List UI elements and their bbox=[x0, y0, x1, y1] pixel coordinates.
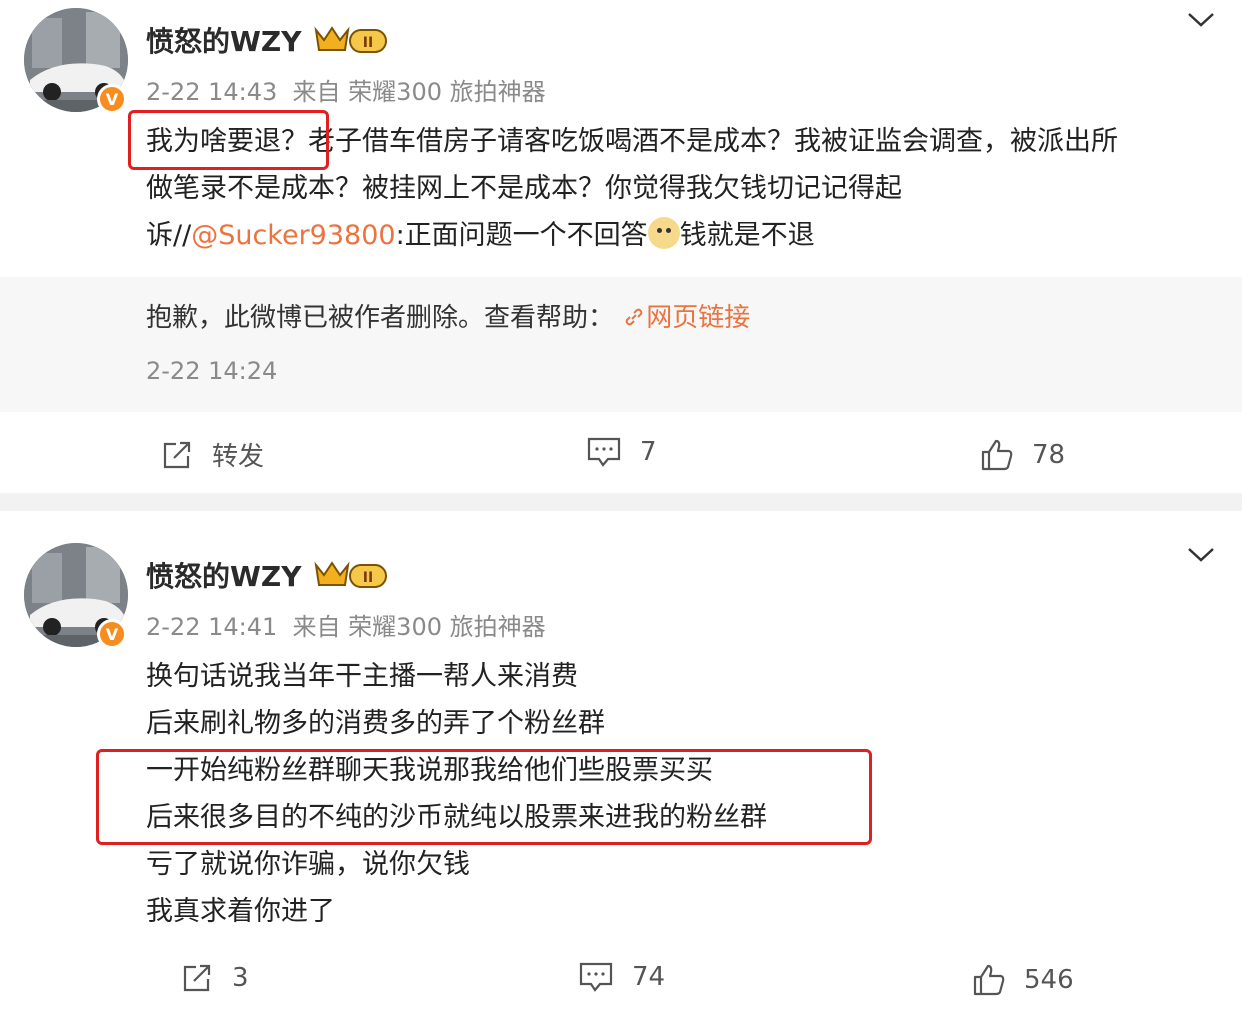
crown-level-icon: II bbox=[314, 26, 387, 53]
chevron-down-icon[interactable] bbox=[1186, 10, 1216, 30]
post-meta: 2-22 14:41 来自 荣耀300 旅拍神器 bbox=[146, 607, 546, 642]
weibo-post: V 愤怒的WZY II 2-22 14:41 来自 荣耀300 旅拍神器 换句话… bbox=[0, 511, 1242, 1016]
verified-badge-icon: V bbox=[97, 619, 127, 649]
comment-button[interactable]: 74 bbox=[578, 960, 665, 994]
comment-count: 74 bbox=[632, 962, 666, 992]
deleted-notice: 抱歉，此微博已被作者删除。查看帮助： 网页链接 bbox=[146, 303, 751, 333]
post-source[interactable]: 荣耀300 旅拍神器 bbox=[348, 78, 545, 106]
highlight-box bbox=[96, 749, 872, 845]
post-time[interactable]: 2-22 14:43 bbox=[146, 78, 277, 106]
post-text-line: 做笔录不是成本？被挂网上不是成本？你觉得我欠钱切记记得起 bbox=[146, 173, 902, 204]
like-button[interactable]: 78 bbox=[980, 438, 1065, 472]
quote-time: 2-22 14:24 bbox=[146, 357, 278, 385]
repost-icon bbox=[183, 964, 211, 992]
post-text-line: 换句话说我当年干主播一帮人来消费 bbox=[146, 661, 578, 692]
post-meta: 2-22 14:43 来自 荣耀300 旅拍神器 bbox=[146, 72, 546, 107]
chevron-down-icon[interactable] bbox=[1186, 545, 1216, 565]
post-text-line: 亏了就说你诈骗，说你欠钱 bbox=[146, 849, 470, 880]
like-button[interactable]: 546 bbox=[972, 963, 1074, 997]
username[interactable]: 愤怒的WZY bbox=[146, 555, 301, 595]
svg-text:II: II bbox=[363, 570, 373, 586]
like-count: 546 bbox=[1024, 965, 1074, 995]
link-icon bbox=[626, 308, 643, 326]
comment-icon bbox=[579, 962, 613, 992]
web-link[interactable]: 网页链接 bbox=[622, 303, 750, 333]
post-divider bbox=[0, 493, 1242, 511]
comment-button[interactable]: 7 bbox=[586, 435, 657, 469]
doge-emoji-icon bbox=[647, 217, 680, 249]
highlight-box bbox=[128, 110, 329, 170]
post-text-line: 诉//@Sucker93800:正面问题一个不回答 钱就是不退 bbox=[146, 212, 815, 259]
source-prefix: 来自 bbox=[292, 613, 341, 641]
thumbs-up-icon bbox=[981, 439, 1013, 471]
repost-button[interactable]: 转发 bbox=[160, 436, 264, 473]
comment-count: 7 bbox=[640, 437, 657, 467]
repost-label: 转发 bbox=[212, 442, 265, 472]
weibo-post: V 愤怒的WZY II 2-22 14:43 来自 荣耀300 旅拍神器 我为啥… bbox=[0, 0, 1242, 493]
repost-button[interactable]: 3 bbox=[180, 961, 249, 995]
post-source[interactable]: 荣耀300 旅拍神器 bbox=[348, 613, 545, 641]
svg-text:II: II bbox=[363, 35, 373, 51]
mention-link[interactable]: @Sucker93800 bbox=[191, 220, 395, 251]
thumbs-up-icon bbox=[973, 964, 1005, 996]
like-count: 78 bbox=[1032, 440, 1066, 470]
post-text-line: 后来刷礼物多的消费多的弄了个粉丝群 bbox=[146, 708, 605, 739]
quoted-post[interactable]: 抱歉，此微博已被作者删除。查看帮助： 网页链接 2-22 14:24 bbox=[0, 277, 1242, 412]
repost-icon bbox=[163, 441, 191, 468]
username[interactable]: 愤怒的WZY bbox=[146, 20, 301, 60]
post-time[interactable]: 2-22 14:41 bbox=[146, 613, 277, 641]
source-prefix: 来自 bbox=[292, 78, 341, 106]
repost-count: 3 bbox=[232, 963, 249, 993]
comment-icon bbox=[587, 437, 621, 467]
post-text-line: 我真求着你进了 bbox=[146, 896, 335, 927]
verified-badge-icon: V bbox=[97, 84, 127, 114]
crown-level-icon: II bbox=[314, 561, 387, 588]
